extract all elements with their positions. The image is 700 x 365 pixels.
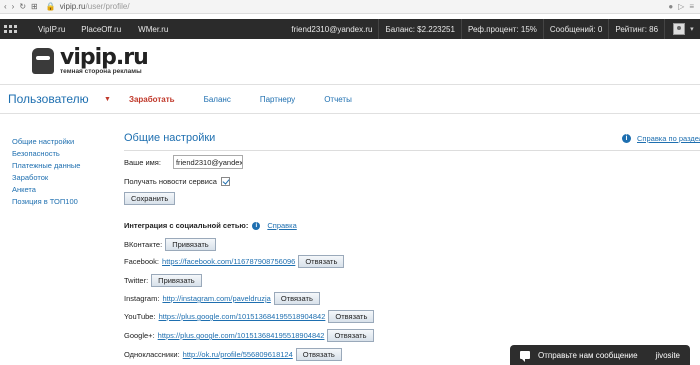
url-host: vipip.ru: [59, 2, 86, 11]
social-label: Одноклассники:: [124, 350, 180, 359]
name-row: Ваше имя: friend2310@yandex.ru: [124, 155, 243, 169]
menu-item-partner[interactable]: Партнеру: [260, 95, 295, 104]
topbar-rating[interactable]: Рейтинг: 86: [609, 25, 664, 34]
topbar-link-placeoff[interactable]: PlaceOff.ru: [81, 25, 121, 34]
chat-brand: jivosite: [655, 350, 680, 360]
social-title: Интеграция с социальной сетью:: [124, 221, 249, 230]
social-row-instagram: Instagram: http://instagram.com/paveldru…: [124, 292, 320, 305]
reload-icon[interactable]: ↻: [19, 2, 26, 11]
save-row: Сохранить: [124, 192, 176, 205]
ok-unlink-button[interactable]: Отвязать: [295, 348, 342, 361]
social-label: YouTube:: [124, 312, 156, 321]
vk-link-button[interactable]: Привязать: [165, 238, 216, 251]
sidebar-item-earnings[interactable]: Заработок: [12, 172, 112, 184]
logo-mask-icon: [32, 48, 54, 74]
extension-icon[interactable]: ●: [668, 2, 673, 11]
topbar-link-wmer[interactable]: WMer.ru: [138, 25, 168, 34]
browser-nav: ‹ › ↻ ⊞: [0, 2, 38, 11]
chat-bubble-icon: [520, 351, 530, 362]
sidebar-item-general[interactable]: Общие настройки: [12, 136, 112, 148]
section-help[interactable]: i Справка по разделу: [622, 134, 700, 143]
sidebar: Общие настройки Безопасность Платежные д…: [12, 136, 112, 208]
googleplus-unlink-button[interactable]: Отвязать: [327, 329, 374, 342]
topbar-email[interactable]: friend2310@yandex.ru: [285, 25, 378, 34]
chat-widget[interactable]: Отправьте нам сообщение jivosite: [510, 345, 690, 365]
ok-profile-link[interactable]: http://ok.ru/profile/556809618124: [183, 350, 293, 359]
news-row: Получать новости сервиса: [124, 177, 230, 186]
back-icon[interactable]: ‹: [4, 2, 7, 11]
social-row-vk: ВКонтакте: Привязать: [124, 238, 216, 251]
info-icon: i: [622, 134, 631, 143]
social-row-twitter: Twitter: Привязать: [124, 274, 202, 287]
menu-user[interactable]: Пользователю: [0, 92, 104, 106]
twitter-link-button[interactable]: Привязать: [151, 274, 202, 287]
info-icon: i: [252, 221, 261, 230]
main-menu: Пользователю ▼ Заработать Баланс Партнер…: [0, 84, 700, 114]
logo-brand: vipip.ru: [60, 45, 149, 70]
social-row-googleplus: Google+: https://plus.google.com/1015136…: [124, 329, 374, 342]
sidebar-item-profile[interactable]: Анкета: [12, 184, 112, 196]
sidebar-item-security[interactable]: Безопасность: [12, 148, 112, 160]
youtube-profile-link[interactable]: https://plus.google.com/1015136841955189…: [159, 312, 326, 321]
url-path: /user/profile/: [85, 2, 130, 11]
instagram-unlink-button[interactable]: Отвязать: [273, 292, 320, 305]
menu-item-balance[interactable]: Баланс: [204, 95, 231, 104]
sidebar-item-payment[interactable]: Платежные данные: [12, 160, 112, 172]
news-checkbox[interactable]: [220, 177, 230, 186]
menu-icon[interactable]: ≡: [689, 2, 694, 11]
social-label: Google+:: [124, 331, 155, 340]
save-button[interactable]: Сохранить: [124, 192, 176, 205]
browser-actions: ● ▷ ≡: [668, 2, 700, 11]
help-link[interactable]: Справка по разделу: [637, 134, 700, 143]
share-icon[interactable]: ▷: [678, 2, 684, 11]
googleplus-profile-link[interactable]: https://plus.google.com/1015136841955189…: [158, 331, 325, 340]
social-label: Instagram:: [124, 294, 160, 303]
divider: [124, 150, 700, 151]
social-label: Twitter:: [124, 276, 149, 285]
menu-item-reports[interactable]: Отчеты: [324, 95, 352, 104]
topbar-link-vipip[interactable]: VipIP.ru: [38, 25, 65, 34]
settings-panel: Общие настройки i Справка по разделу Ваш…: [124, 132, 700, 361]
news-label: Получать новости сервиса: [124, 177, 217, 186]
address-bar[interactable]: 🔒 vipip.ru/user/profile/: [46, 2, 130, 11]
sidebar-item-top100[interactable]: Позиция в ТОП100: [12, 196, 112, 208]
topbar-ref-percent[interactable]: Реф.процент: 15%: [462, 25, 543, 34]
site-topbar: VipIP.ru PlaceOff.ru WMer.ru friend2310@…: [0, 19, 700, 39]
social-row-youtube: YouTube: https://plus.google.com/1015136…: [124, 310, 375, 323]
chat-message: Отправьте нам сообщение: [538, 350, 638, 360]
topbar-balance[interactable]: Баланс: $2.223251: [379, 25, 461, 34]
caret-down-icon[interactable]: ▼: [104, 96, 111, 103]
instagram-profile-link[interactable]: http://instagram.com/paveldruzja: [162, 294, 270, 303]
logo-tagline: темная сторона рекламы: [60, 68, 142, 75]
menu-item-earn[interactable]: Заработать: [129, 95, 175, 104]
forward-icon[interactable]: ›: [12, 2, 15, 11]
avatar[interactable]: [673, 23, 686, 35]
divider: [664, 19, 666, 39]
social-label: Facebook:: [124, 257, 160, 266]
social-help-link[interactable]: Справка: [267, 221, 296, 230]
name-input[interactable]: friend2310@yandex.ru: [172, 155, 243, 169]
youtube-unlink-button[interactable]: Отвязать: [328, 310, 375, 323]
facebook-profile-link[interactable]: https://facebook.com/116787908756096: [162, 257, 295, 266]
chevron-down-icon[interactable]: ▾: [690, 25, 694, 33]
apps-icon[interactable]: ⊞: [31, 2, 38, 11]
browser-toolbar: ‹ › ↻ ⊞ 🔒 vipip.ru/user/profile/ ● ▷ ≡: [0, 0, 700, 14]
apps-grid-icon[interactable]: [4, 23, 22, 35]
page-title: Общие настройки: [124, 132, 216, 144]
social-row-facebook: Facebook: https://facebook.com/116787908…: [124, 255, 345, 268]
social-header: Интеграция с социальной сетью: i Справка: [124, 221, 297, 230]
facebook-unlink-button[interactable]: Отвязать: [298, 255, 345, 268]
lock-icon: 🔒: [45, 2, 56, 11]
name-label: Ваше имя:: [124, 157, 161, 167]
social-row-ok: Одноклассники: http://ok.ru/profile/5568…: [124, 348, 342, 361]
site-logo[interactable]: vipip.ru темная сторона рекламы: [32, 45, 149, 75]
social-label: ВКонтакте:: [124, 240, 163, 249]
topbar-messages[interactable]: Сообщений: 0: [544, 25, 608, 34]
